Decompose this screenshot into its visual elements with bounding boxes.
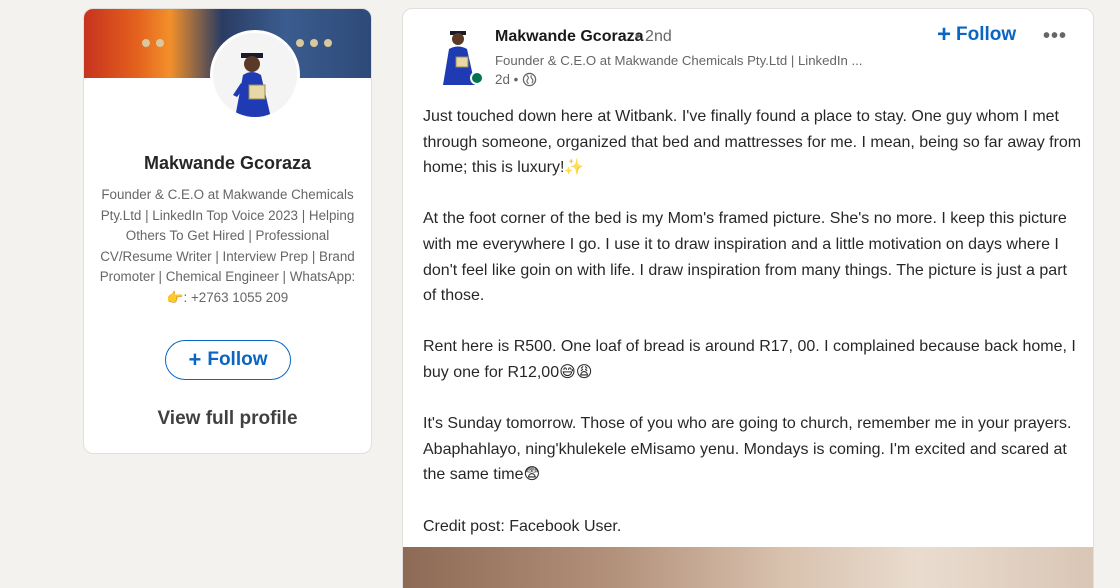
post-paragraph: At the foot corner of the bed is my Mom'…	[423, 210, 1067, 305]
post-image[interactable]	[403, 547, 1093, 588]
view-full-profile-link[interactable]: View full profile	[84, 408, 371, 430]
post-paragraph: It's Sunday tomorrow. Those of you who a…	[423, 415, 1072, 484]
post-paragraph: Rent here is R500. One loaf of bread is …	[423, 338, 1076, 381]
post-body: Just touched down here at Witbank. I've …	[423, 104, 1083, 565]
connection-degree: • 2nd	[635, 28, 672, 45]
post-follow-label: Follow	[956, 24, 1017, 45]
post-card: Makwande Gcoraza • 2nd Founder & C.E.O a…	[402, 8, 1094, 588]
post-author-headline: Founder & C.E.O at Makwande Chemicals Pt…	[495, 53, 863, 68]
post-author-name[interactable]: Makwande Gcoraza	[495, 28, 644, 46]
post-meta: 2d •	[495, 72, 537, 87]
profile-avatar[interactable]	[210, 30, 300, 120]
profile-headline: Founder & C.E.O at Makwande Chemicals Pt…	[99, 187, 356, 305]
globe-icon	[522, 72, 537, 87]
profile-name[interactable]: Makwande Gcoraza	[84, 153, 371, 174]
more-options-icon[interactable]: •••	[1043, 25, 1067, 48]
plus-icon: +	[937, 21, 952, 48]
post-paragraph: Just touched down here at Witbank. I've …	[423, 108, 1082, 177]
post-time: 2d •	[495, 72, 519, 87]
post-paragraph: Credit post: Facebook User.	[423, 517, 622, 535]
follow-button-label: Follow	[207, 349, 268, 370]
post-follow-button[interactable]: + Follow	[937, 23, 1016, 47]
profile-card: Makwande Gcoraza Founder & C.E.O at Makw…	[83, 8, 372, 454]
follow-button[interactable]: + Follow	[165, 340, 291, 380]
plus-icon: +	[188, 347, 202, 372]
online-status-icon	[470, 71, 484, 85]
